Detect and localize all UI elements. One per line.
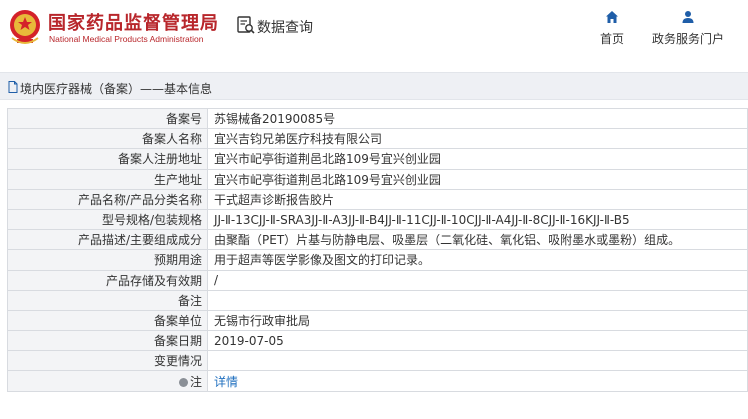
- search-document-icon: [237, 16, 255, 34]
- national-emblem-icon: [10, 10, 40, 44]
- record-table: 备案号 苏锡械备20190085号 备案人名称 宜兴吉钧兄弟医疗科技有限公司 备案人…: [7, 107, 748, 392]
- table-row: 产品名称/产品分类名称 干式超声诊断报告胶片: [7, 188, 748, 210]
- table-row: 生产地址 宜兴市屺亭街道荆邑北路109号宜兴创业园: [7, 168, 748, 190]
- field-label: 变更情况: [7, 350, 208, 372]
- field-value: [207, 350, 748, 372]
- field-label: 备案日期: [7, 330, 208, 352]
- table-row: 备案人名称 宜兴吉钧兄弟医疗科技有限公司: [7, 128, 748, 150]
- field-label: 生产地址: [7, 168, 208, 190]
- field-label: 备案单位: [7, 309, 208, 332]
- site-header: 国家药品监督管理局 National Medical Products Admi…: [0, 0, 748, 62]
- breadcrumb-text: 境内医疗器械（备案）——基本信息: [20, 82, 213, 96]
- field-label: 备案号: [7, 107, 208, 130]
- table-row: 变更情况: [7, 350, 748, 372]
- field-value: 无锡市行政审批局: [207, 309, 748, 332]
- field-label: 产品存储及有效期: [7, 269, 208, 291]
- table-row: 备注: [7, 289, 748, 311]
- field-value: 宜兴市屺亭街道荆邑北路109号宜兴创业园: [207, 148, 748, 170]
- table-row: 备案单位 无锡市行政审批局: [7, 309, 748, 332]
- table-row: 备案日期 2019-07-05: [7, 330, 748, 352]
- field-value: /: [207, 269, 748, 291]
- field-label: 预期用途: [7, 249, 208, 271]
- table-row: 备案人注册地址 宜兴市屺亭街道荆邑北路109号宜兴创业园: [7, 148, 748, 170]
- table-row: 型号规格/包装规格 JJ-Ⅱ-13CJJ-Ⅱ-SRA3JJ-Ⅱ-A3JJ-Ⅱ-B4…: [7, 208, 748, 231]
- breadcrumb: 境内医疗器械（备案）——基本信息: [0, 72, 748, 100]
- note-label: 注: [189, 374, 202, 389]
- document-icon: [8, 81, 18, 93]
- field-value: 宜兴市屺亭街道荆邑北路109号宜兴创业园: [207, 168, 748, 190]
- info-dot-icon: [178, 377, 188, 387]
- field-value: [207, 289, 748, 311]
- data-query-label[interactable]: 数据查询: [257, 17, 313, 37]
- table-row: 注 详情: [7, 370, 748, 392]
- nav-home-label: 首页: [599, 32, 624, 46]
- nav-home[interactable]: 首页: [592, 10, 632, 47]
- field-value: 由聚酯（PET）片基与防静电层、吸墨层（二氧化硅、氧化铝、吸附墨水或墨粉）组成。: [207, 229, 748, 251]
- field-value: 用于超声等医学影像及图文的打印记录。: [207, 249, 748, 271]
- field-value: 2019-07-05: [207, 330, 748, 352]
- field-label: 备注: [7, 289, 208, 311]
- field-value: 宜兴吉钧兄弟医疗科技有限公司: [207, 128, 748, 150]
- field-label: 备案人名称: [7, 128, 208, 150]
- field-value: 干式超声诊断报告胶片: [207, 188, 748, 210]
- field-label: 产品描述/主要组成成分: [7, 229, 208, 251]
- field-label: 产品名称/产品分类名称: [7, 188, 208, 210]
- table-row: 产品描述/主要组成成分 由聚酯（PET）片基与防静电层、吸墨层（二氧化硅、氧化铝、…: [7, 229, 748, 251]
- home-icon: [606, 11, 618, 23]
- field-label-note: 注: [7, 370, 208, 392]
- table-row: 产品存储及有效期 /: [7, 269, 748, 291]
- agency-name-cn: 国家药品监督管理局: [48, 13, 219, 34]
- table-row: 预期用途 用于超声等医学影像及图文的打印记录。: [7, 249, 748, 271]
- details-link[interactable]: 详情: [207, 370, 748, 392]
- field-label: 型号规格/包装规格: [7, 208, 208, 231]
- field-value: 苏锡械备20190085号: [207, 107, 748, 130]
- field-label: 备案人注册地址: [7, 148, 208, 170]
- table-row: 备案号 苏锡械备20190085号: [7, 107, 748, 130]
- field-value: JJ-Ⅱ-13CJJ-Ⅱ-SRA3JJ-Ⅱ-A3JJ-Ⅱ-B4JJ-Ⅱ-11CJ…: [207, 208, 748, 231]
- user-icon: [682, 11, 694, 23]
- nav-service-portal[interactable]: 政务服务门户: [648, 10, 728, 47]
- nav-service-label: 政务服务门户: [651, 32, 724, 46]
- agency-name-en: National Medical Products Administration: [49, 34, 204, 44]
